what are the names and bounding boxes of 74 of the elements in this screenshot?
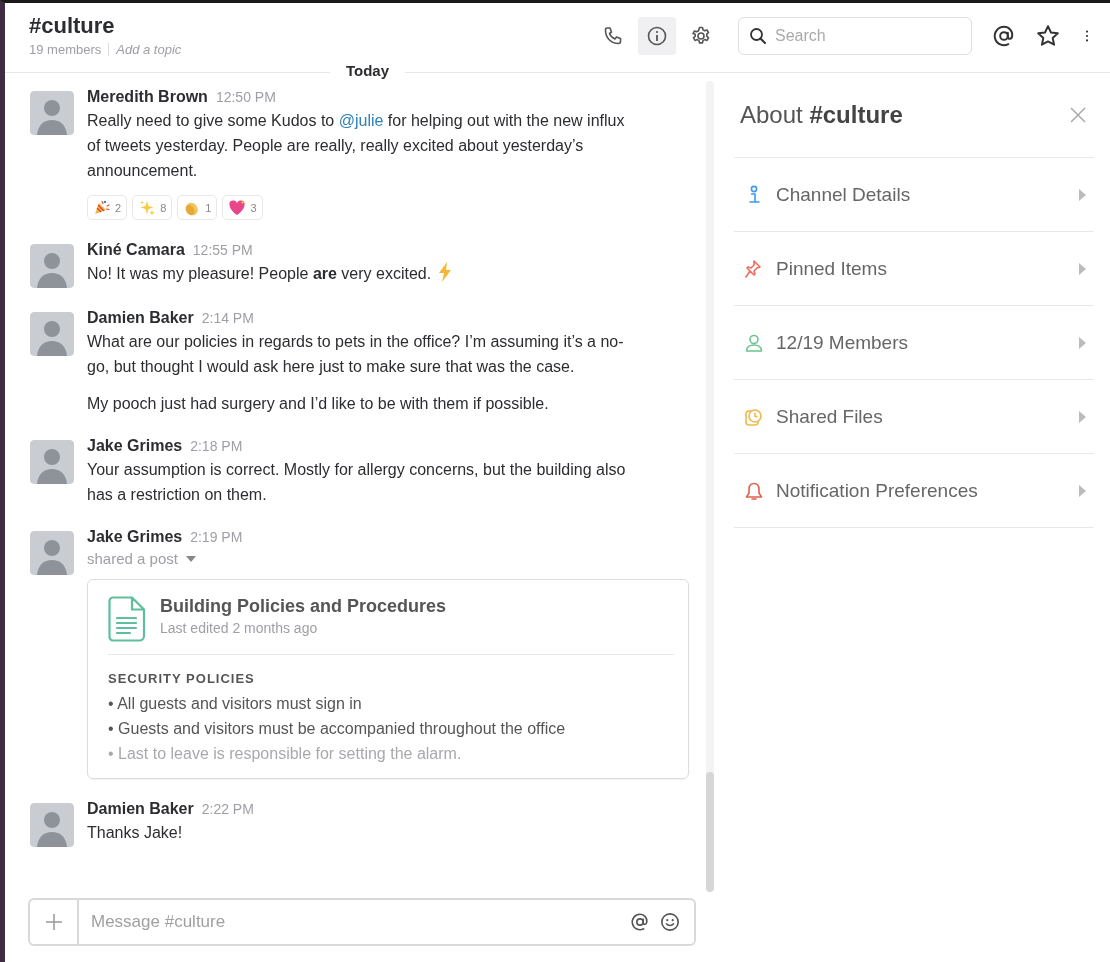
member-count[interactable]: 19 members (29, 41, 102, 57)
message-text: No! It was my pleasure! People are very excited. (87, 261, 627, 286)
caret-icon (1079, 336, 1086, 349)
timestamp[interactable]: 2:18 PM (190, 438, 243, 454)
reaction-button[interactable]: 1 (177, 195, 218, 220)
at-sign-icon[interactable] (992, 24, 1016, 48)
caret-icon (1079, 262, 1086, 275)
author-name[interactable]: Jake Grimes (87, 528, 183, 546)
panel-title: About #culture (740, 101, 903, 129)
list-item-text: • Guests and visitors must be accompanied throughout the office (108, 719, 567, 739)
mention-link[interactable]: @julie (338, 112, 384, 129)
message-text: Really need to give some Kudos to @julie for helping out with the new influx of tweets yesterday. People are really, really excited about yesterday’s announcement. (87, 111, 626, 181)
caret-icon (184, 554, 197, 563)
caret-icon (1079, 410, 1086, 423)
document-icon (108, 596, 146, 642)
menu-item-label: Channel Details (776, 183, 912, 206)
at-sign-icon[interactable] (630, 912, 650, 932)
timestamp[interactable]: 12:55 PM (192, 242, 253, 258)
menu-item-label: Pinned Items (776, 257, 888, 280)
message-text: My pooch just had surgery and I’d like to be with them if possible. (87, 394, 550, 414)
list-item-text: • Last to leave is responsible for setting the alarm. (108, 744, 463, 764)
add-topic-link[interactable]: Add a topic (116, 41, 182, 57)
panel-menu-item[interactable]: Pinned Items (734, 232, 1094, 306)
author-name[interactable]: Kiné Camara (87, 241, 185, 259)
message-input-field[interactable]: Message #culture (89, 911, 620, 933)
list-item-text: • All guests and visitors must sign in (108, 694, 363, 714)
caret-icon (1079, 484, 1086, 497)
menu-item-label: Shared Files (776, 405, 884, 428)
panel-menu-item[interactable]: Channel Details (734, 158, 1094, 232)
person-icon (744, 332, 764, 353)
message-text: Your assumption is correct. Mostly for allergy concerns, but the building also has a restriction on them. (87, 460, 627, 505)
reaction-button[interactable]: 8 (132, 195, 173, 220)
search-icon (749, 27, 767, 45)
pushpin-icon (744, 258, 764, 279)
post-title: Building Policies and Procedures (160, 596, 447, 617)
author-name[interactable]: Meredith Brown (87, 88, 208, 106)
timestamp[interactable]: 12:50 PM (215, 89, 276, 105)
caret-icon (1079, 188, 1086, 201)
author-name[interactable]: Jake Grimes (87, 437, 183, 455)
panel-menu-item[interactable]: Shared Files (734, 380, 1094, 454)
author-name[interactable]: Damien Baker (87, 309, 194, 327)
search-field[interactable]: Search (773, 26, 957, 46)
panel-menu-item[interactable]: Notification Preferences (734, 454, 1094, 528)
message-text: What are our policies in regards to pets in the office? I’m assuming it’s a no-go, but thought I would ask here just to make sure that was the case. (87, 332, 625, 377)
info-button[interactable] (638, 17, 676, 55)
post-edited-time: Last edited 2 months ago (160, 620, 319, 636)
plus-icon (44, 913, 63, 931)
message-text: Thanks Jake! (87, 823, 184, 843)
menu-item-label: Notification Preferences (776, 479, 979, 502)
section-heading: SECURITY POLICIES (108, 671, 256, 686)
files-icon (744, 406, 764, 427)
settings-icon (690, 25, 712, 47)
search-bar[interactable]: Search (738, 17, 972, 55)
message-composer[interactable]: Message #culture (28, 898, 696, 946)
timestamp[interactable]: 2:19 PM (190, 529, 243, 545)
star-icon[interactable] (1036, 24, 1060, 48)
author-name[interactable]: Damien Baker (87, 800, 194, 818)
sparkling-heart-icon (228, 198, 247, 217)
timestamp[interactable]: 2:22 PM (201, 801, 254, 817)
smiley-icon[interactable] (660, 912, 680, 932)
reaction-button[interactable]: 3 (222, 195, 263, 220)
shared-post-toggle[interactable]: shared a post (87, 550, 197, 567)
panel-menu-item[interactable]: 12/19 Members (734, 306, 1094, 380)
post-card[interactable] (87, 579, 689, 779)
reaction-button[interactable]: 2 (87, 195, 128, 220)
bell-icon (744, 480, 764, 501)
menu-item-label: 12/19 Members (776, 331, 909, 354)
channel-title: #culture (29, 12, 116, 39)
lightning-icon (437, 262, 452, 282)
info-icon (646, 25, 668, 47)
timestamp[interactable]: 2:14 PM (201, 310, 254, 326)
action-text: shared a post (87, 550, 178, 567)
party-popper-icon (93, 198, 111, 217)
phone-icon (602, 25, 624, 47)
